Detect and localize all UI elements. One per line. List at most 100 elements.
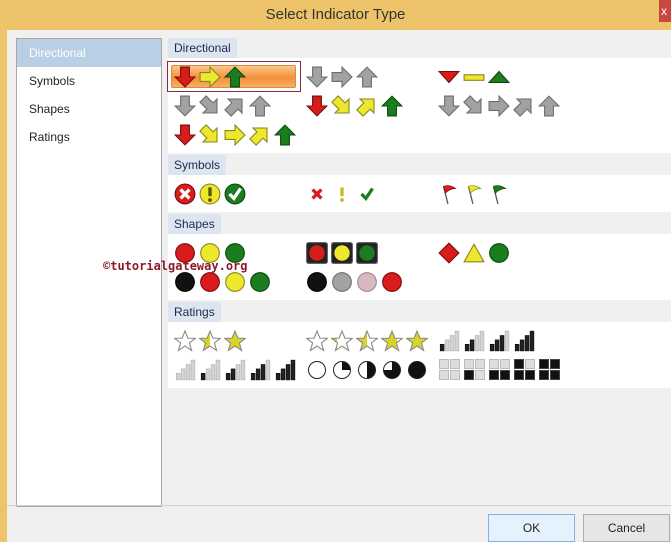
category-shapes[interactable]: Shapes xyxy=(17,95,161,123)
category-directional[interactable]: Directional xyxy=(17,39,161,67)
indicator-set[interactable] xyxy=(168,326,300,355)
section-header: Symbols xyxy=(168,155,671,175)
arrow-downright-gray-icon xyxy=(199,94,221,117)
dash-yellow-icon xyxy=(463,66,485,88)
circle-black-icon xyxy=(306,271,328,293)
indicator-set[interactable] xyxy=(168,91,300,120)
flag-green-icon xyxy=(488,183,510,205)
quadrant-cell xyxy=(538,359,549,369)
pie-quarter-icon xyxy=(406,359,428,381)
indicator-row xyxy=(168,120,671,149)
quadrant-box-icon xyxy=(538,359,560,381)
signal-bars-icon xyxy=(174,359,196,381)
quadrant-cell xyxy=(538,370,549,380)
indicator-set[interactable] xyxy=(432,179,564,208)
indicator-set[interactable] xyxy=(432,326,564,355)
indicator-set[interactable] xyxy=(168,179,300,208)
circle-yellow-icon xyxy=(224,271,246,293)
flag-red-icon xyxy=(438,183,460,205)
indicator-set[interactable] xyxy=(300,355,432,384)
traffic-light-red-icon xyxy=(306,241,328,264)
signal-bars-icon xyxy=(488,330,510,352)
quadrant-cell xyxy=(488,359,499,369)
pie-fill xyxy=(358,360,376,379)
section-title: Shapes xyxy=(168,214,221,234)
star-icon xyxy=(331,329,353,352)
section-body xyxy=(168,175,671,212)
indicator-set[interactable] xyxy=(168,355,300,384)
signal-bars-icon xyxy=(463,330,485,352)
star-icon xyxy=(174,329,196,352)
pie-quarter-icon xyxy=(381,359,403,381)
quadrant-grid xyxy=(488,359,510,380)
circle-green-icon xyxy=(249,271,271,293)
quadrant-cell xyxy=(524,359,535,369)
pie-quarter-icon xyxy=(331,359,353,381)
category-ratings[interactable]: Ratings xyxy=(17,123,161,151)
quadrant-box-icon xyxy=(513,359,535,381)
signal-bars-icon xyxy=(199,359,221,381)
circle-gray-icon xyxy=(331,271,353,293)
indicator-set[interactable] xyxy=(300,179,432,208)
indicator-set[interactable] xyxy=(168,120,300,149)
indicator-set[interactable] xyxy=(300,91,432,120)
section-body xyxy=(168,322,671,388)
signal-bars-icon xyxy=(224,359,246,381)
indicator-set[interactable] xyxy=(432,238,564,267)
indicator-set[interactable] xyxy=(167,61,301,92)
circle-red-icon xyxy=(199,271,221,293)
indicator-set[interactable] xyxy=(432,91,564,120)
indicator-set[interactable] xyxy=(432,62,564,91)
ok-button[interactable]: OK xyxy=(488,514,575,542)
pie-fill xyxy=(408,360,426,379)
star-icon xyxy=(356,329,378,352)
signal-bars-icon xyxy=(249,359,271,381)
indicator-row xyxy=(168,326,671,355)
quadrant-cell xyxy=(513,370,524,380)
signal-bars-icon xyxy=(513,330,535,352)
quadrant-cell xyxy=(524,370,535,380)
pie-quarter-icon xyxy=(306,359,328,381)
quadrant-cell xyxy=(474,370,485,380)
arrow-right-yellow-icon xyxy=(224,123,246,146)
section-title: Ratings xyxy=(168,302,221,322)
circled-check-icon xyxy=(224,183,246,205)
indicator-row xyxy=(168,91,671,120)
quadrant-cell xyxy=(463,359,474,369)
arrow-downright-yellow-icon xyxy=(199,123,221,146)
quadrant-cell xyxy=(513,359,524,369)
diamond-red-icon xyxy=(438,241,460,264)
section-header: Directional xyxy=(168,38,671,58)
traffic-light-green-icon xyxy=(356,241,378,264)
indicator-set[interactable] xyxy=(300,326,432,355)
arrow-up-green-icon xyxy=(381,94,403,117)
category-symbols[interactable]: Symbols xyxy=(17,67,161,95)
circle-black-icon xyxy=(174,271,196,293)
indicator-set[interactable] xyxy=(300,62,432,91)
section-title: Symbols xyxy=(168,155,227,175)
cancel-button[interactable]: Cancel xyxy=(583,514,670,542)
arrow-upright-yellow-icon xyxy=(356,95,378,117)
pie-quarter-icon xyxy=(356,359,378,381)
triangle-up-green-icon xyxy=(488,66,510,88)
empty-cell xyxy=(432,267,564,296)
indicator-set[interactable] xyxy=(432,355,564,384)
indicator-row xyxy=(167,61,671,92)
close-button[interactable]: x xyxy=(659,0,671,22)
circled-cross-icon xyxy=(174,183,196,205)
dialog-title: Select Indicator Type xyxy=(265,6,406,23)
star-icon xyxy=(381,329,403,352)
quadrant-cell xyxy=(449,359,460,369)
arrow-up-green-icon xyxy=(224,65,246,88)
arrow-upright-yellow-icon xyxy=(249,124,271,146)
star-icon xyxy=(199,329,221,352)
arrow-down-gray-icon xyxy=(306,66,328,88)
indicator-set[interactable] xyxy=(300,238,432,267)
watermark: ©tutorialgateway.org xyxy=(103,259,248,273)
indicator-set[interactable] xyxy=(300,267,432,296)
arrow-right-gray-icon xyxy=(488,94,510,117)
circle-red-icon xyxy=(381,271,403,293)
signal-bars-icon xyxy=(274,359,296,381)
arrow-down-red-icon xyxy=(174,66,196,88)
triangle-down-red-icon xyxy=(438,66,460,88)
